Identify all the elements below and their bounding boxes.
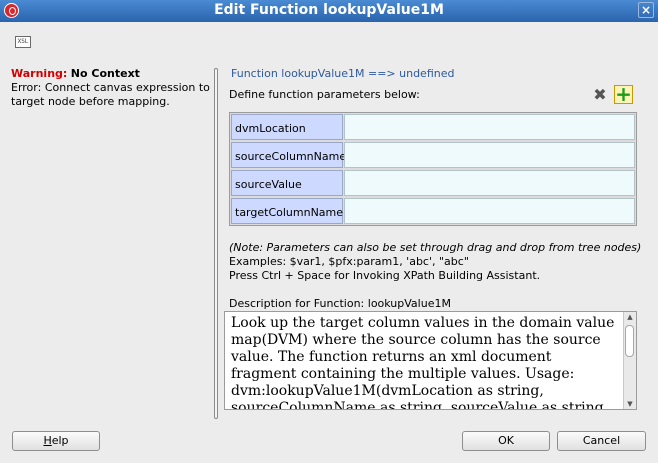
scroll-thumb[interactable] [625,325,634,357]
warning-title: No Context [70,67,140,80]
examples-text: Examples: $var1, $pfx:param1, 'abc', "ab… [229,255,469,268]
param-name: targetColumnName [231,198,343,224]
xpath-icon[interactable]: XSL [15,36,31,48]
parameters-table: dvmLocation sourceColumnName sourceValue… [229,112,637,226]
description-label: Description for Function: lookupValue1M [229,297,451,310]
delete-param-icon[interactable]: ✖ [592,87,608,103]
parameter-notes: (Note: Parameters can also be set throug… [229,241,641,283]
param-row: targetColumnName [231,198,635,224]
param-name: sourceValue [231,170,343,196]
close-icon[interactable]: × [638,2,654,18]
xpath-hint: Press Ctrl + Space for Invoking XPath Bu… [229,269,541,282]
add-param-icon[interactable]: + [614,84,633,104]
splitter-handle[interactable] [214,68,218,419]
scroll-up-icon[interactable]: ▲ [624,312,636,322]
scroll-down-icon[interactable]: ▼ [624,399,636,409]
description-scrollbar[interactable]: ▲ ▼ [623,312,636,409]
drag-drop-note: (Note: Parameters can also be set throug… [229,241,642,254]
window-title: Edit Function lookupValue1M [214,2,444,18]
help-button[interactable]: Help [12,431,100,451]
param-value-field[interactable] [344,114,635,140]
function-header: Function lookupValue1M ==> undefined [231,67,455,80]
title-bar[interactable]: Edit Function lookupValue1M × [0,0,658,22]
param-name: dvmLocation [231,114,343,140]
param-value-field[interactable] [344,198,635,224]
param-value-field[interactable] [344,170,635,196]
warning-message: Error: Connect canvas expression to targ… [11,81,210,108]
warning-panel: Warning: No Context Error: Connect canva… [11,67,211,109]
param-row: sourceValue [231,170,635,196]
param-row: sourceColumnName [231,142,635,168]
warning-label: Warning: [11,67,68,80]
description-box[interactable]: Look up the target column values in the … [224,311,637,410]
ok-button[interactable]: OK [462,431,550,451]
description-text: Look up the target column values in the … [231,315,615,410]
param-name: sourceColumnName [231,142,346,168]
cancel-button[interactable]: Cancel [557,431,646,451]
help-mnemonic: H [43,434,52,447]
help-label: elp [51,434,69,447]
define-params-label: Define function parameters below: [229,88,420,101]
param-row: dvmLocation [231,114,635,140]
param-value-field[interactable] [344,142,635,168]
